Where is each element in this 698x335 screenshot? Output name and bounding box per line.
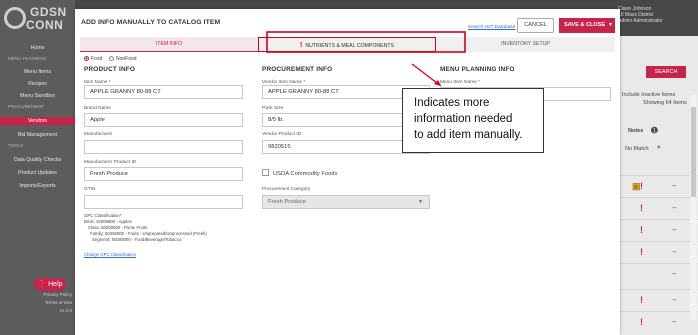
gpc-class: Class: 50250600 - Pome Fruits xyxy=(88,225,148,230)
procurement-category-select[interactable]: Fresh Produce ▼ xyxy=(262,195,430,209)
manufacturer-field[interactable] xyxy=(84,140,243,154)
match-filter[interactable]: No Match xyxy=(625,146,649,152)
radio-nonfood[interactable]: NonFood xyxy=(109,56,137,62)
user-menu[interactable]: Claire Johnson 10 Mass District Admin Ad… xyxy=(618,6,693,24)
sidebar-item[interactable]: Menu Items xyxy=(0,68,75,76)
table-row[interactable]: – xyxy=(612,263,698,285)
sidebar: GDSN CONN Home MENU PLANNING Menu Items Rec… xyxy=(0,0,75,335)
nav-section-label: PROCUREMENT xyxy=(8,104,44,109)
table-row[interactable]: ! – xyxy=(612,197,698,219)
alert-icon: ! xyxy=(640,225,643,235)
manufacturer-label: Manufacturer xyxy=(84,132,113,137)
include-inactive-label[interactable]: Include Inactive Items xyxy=(622,92,675,98)
tab-bar: ITEM INFO ! NUTRIENTS & MEAL COMPONENTS I… xyxy=(80,37,615,52)
sidebar-item[interactable]: Vendors xyxy=(0,117,75,125)
gpc-heading: GPC Classification* xyxy=(84,213,122,218)
table-row[interactable]: ▣! – xyxy=(612,175,698,197)
table-row[interactable]: ! – xyxy=(612,289,698,311)
alert-icon: ! xyxy=(640,247,643,257)
mfr-product-id-label: Manufacturer Product ID xyxy=(84,160,137,165)
sidebar-item[interactable]: Menu Sandbox xyxy=(0,92,75,100)
radio-selected-icon xyxy=(84,56,89,61)
search-button[interactable]: SEARCH xyxy=(646,66,686,78)
logo-mark-icon xyxy=(4,7,26,29)
sidebar-item[interactable]: Data Quality Checks xyxy=(0,156,75,164)
pack-size-label: Pack Size xyxy=(262,106,284,111)
notes-column-header: Notes xyxy=(628,128,644,134)
items-count: Showing 64 Items xyxy=(643,100,687,106)
nav-section-label: TOOLS xyxy=(8,143,24,148)
help-button[interactable]: ❓ Help xyxy=(34,278,66,291)
gpc-family: Family: 50250000 - Fruits - Unprepared/U… xyxy=(90,231,207,236)
menu-item-name-label: Menu Item Name * xyxy=(440,80,480,85)
usda-commodity-checkbox[interactable]: USDA Commodity Foods xyxy=(262,169,337,177)
save-close-button[interactable]: SAVE & CLOSE ▼ xyxy=(559,18,615,33)
cancel-button[interactable]: CANCEL xyxy=(517,18,554,33)
sidebar-item[interactable]: Home xyxy=(0,44,75,52)
filter-icon[interactable]: ▼ xyxy=(656,145,661,151)
brand-label: Brand Name xyxy=(84,106,111,111)
checkbox-icon xyxy=(262,169,269,176)
terms-link[interactable]: Terms of Use xyxy=(22,300,72,305)
radio-food[interactable]: Food xyxy=(84,56,102,62)
procurement-info-heading: PROCUREMENT INFO xyxy=(262,66,333,73)
gpc-brick: Brick: 10005900 - Apples xyxy=(84,219,132,224)
alert-icon: ! xyxy=(640,317,643,327)
brand-field[interactable]: Apple xyxy=(84,113,243,127)
sidebar-item[interactable]: Imports/Exports xyxy=(0,182,75,190)
dialog-title: ADD INFO MANUALLY TO CATALOG ITEM xyxy=(81,19,221,26)
gtin-field[interactable] xyxy=(84,195,243,209)
gpc-segment: Segment: 50000000 - Food/Beverage/Tobacc… xyxy=(92,237,182,242)
vendor-product-id-label: Vendor Product ID xyxy=(262,132,302,137)
table-row[interactable]: ! – xyxy=(612,219,698,241)
privacy-link[interactable]: Privacy Policy xyxy=(22,292,72,297)
alert-icon: ! xyxy=(300,42,303,49)
sidebar-item[interactable]: Product Updates xyxy=(0,169,75,177)
app-logo: GDSN CONN xyxy=(2,4,75,34)
alert-icon: ! xyxy=(640,295,643,305)
item-name-field[interactable]: APPLE GRANNY 80-88 CT xyxy=(84,85,243,99)
table-row[interactable]: ! – xyxy=(612,311,698,333)
tab-item-info[interactable]: ITEM INFO xyxy=(80,37,258,52)
change-gpc-link[interactable]: Change GPC Classification xyxy=(84,252,136,257)
procurement-category-label: Procurement Category xyxy=(262,187,311,192)
alert-icon: ! xyxy=(640,203,643,213)
sidebar-item[interactable]: Recipes xyxy=(0,80,75,88)
radio-empty-icon xyxy=(109,56,114,61)
scrollbar[interactable] xyxy=(690,95,697,320)
annotation-callout: Indicates more information needed to add… xyxy=(402,88,544,153)
screen: GDSN CONN Home MENU PLANNING Menu Items Rec… xyxy=(0,0,698,335)
tab-inventory-setup[interactable]: INVENTORY SETUP xyxy=(436,37,615,52)
scrollbar-thumb[interactable] xyxy=(691,107,696,197)
alert-icon: ! xyxy=(640,181,643,191)
product-info-heading: PRODUCT INFO xyxy=(84,66,136,73)
mfr-product-id-field[interactable]: Fresh Produce xyxy=(84,167,243,181)
version-text: v1.0.0 xyxy=(59,308,72,313)
chevron-down-icon[interactable]: ▼ xyxy=(608,18,613,33)
info-icon: ➊ xyxy=(651,126,658,135)
sidebar-item[interactable]: Bid Management xyxy=(0,131,75,139)
add-item-dialog: ADD INFO MANUALLY TO CATALOG ITEM Search… xyxy=(75,9,620,335)
menu-planning-heading: MENU PLANNING INFO xyxy=(440,66,515,73)
gtin-label: GTIN xyxy=(84,187,96,192)
chevron-down-icon: ▼ xyxy=(418,199,423,205)
tab-nutrients[interactable]: ! NUTRIENTS & MEAL COMPONENTS xyxy=(258,37,436,52)
nav-section-label: MENU PLANNING xyxy=(8,56,47,61)
table-row[interactable]: ! – xyxy=(612,241,698,263)
search-database-link[interactable]: Search H2T Database xyxy=(468,25,515,30)
